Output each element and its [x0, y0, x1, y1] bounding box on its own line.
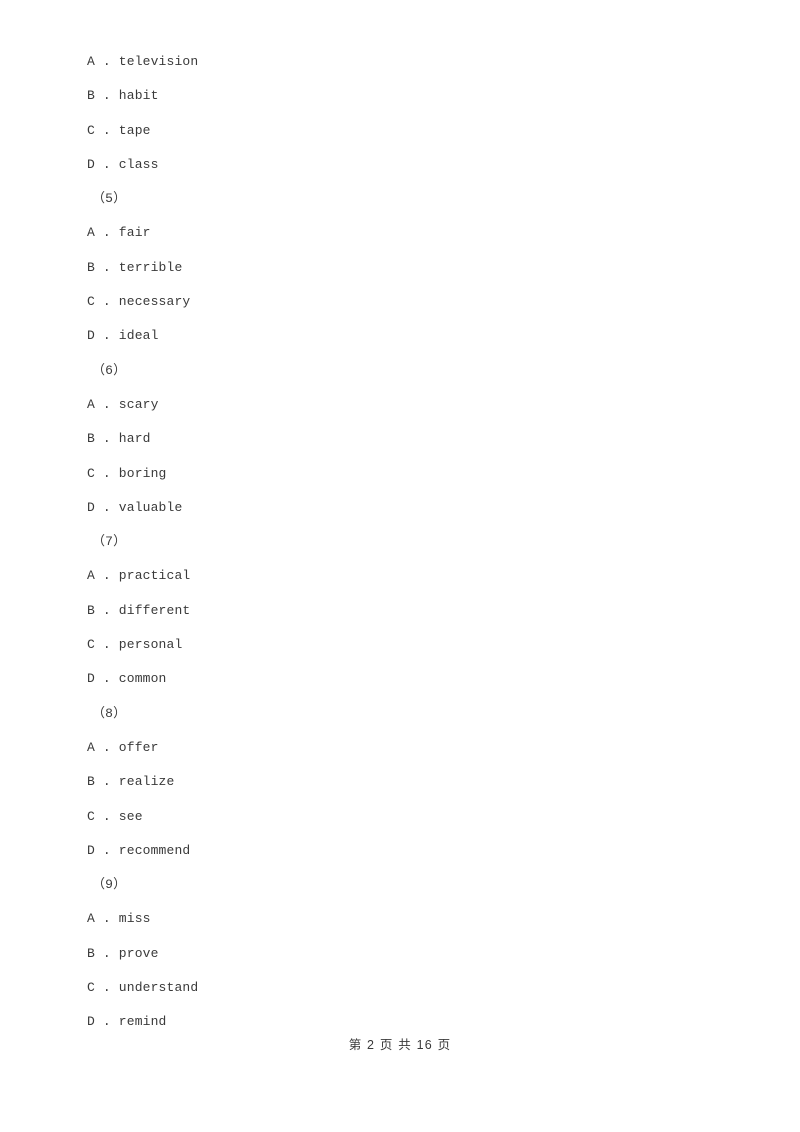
answer-option: B . different	[87, 602, 191, 618]
answer-option: A . television	[87, 54, 199, 69]
question-number: （6）	[92, 362, 127, 378]
answer-option: C . tape	[87, 122, 151, 138]
answer-option: D . recommend	[87, 842, 191, 858]
answer-option: A . offer	[87, 739, 159, 755]
answer-option: D . valuable	[87, 499, 183, 515]
answer-option: C . personal	[87, 637, 183, 653]
document-page: A . television B . habit C . tape D . class…	[0, 0, 800, 1132]
answer-option: C . understand	[87, 980, 199, 996]
answer-option: A . scary	[87, 396, 159, 412]
answer-option: A . miss	[87, 911, 151, 927]
answer-option: C . see	[87, 808, 143, 824]
question-number: （7）	[92, 534, 127, 550]
answer-option: D . class	[87, 156, 159, 172]
answer-option: C . necessary	[87, 294, 191, 310]
answer-option: B . terrible	[87, 259, 183, 275]
answer-option: A . practical	[87, 568, 191, 584]
answer-option: B . hard	[87, 431, 151, 447]
answer-option: B . realize	[87, 774, 175, 790]
answer-option: B . prove	[87, 945, 159, 961]
answer-option: D . ideal	[87, 328, 159, 344]
answer-option: C . boring	[87, 465, 167, 481]
page-footer: 第 2 页 共 16 页	[348, 1038, 452, 1052]
question-number: （5）	[92, 191, 127, 207]
question-number: （9）	[92, 877, 127, 893]
question-number: （8）	[92, 705, 127, 721]
answer-option: B . habit	[87, 88, 159, 104]
question-options-list: A . television B . habit C . tape D . class…	[87, 45, 727, 1040]
answer-option: D . common	[87, 671, 167, 687]
answer-option: A . fair	[87, 225, 151, 241]
